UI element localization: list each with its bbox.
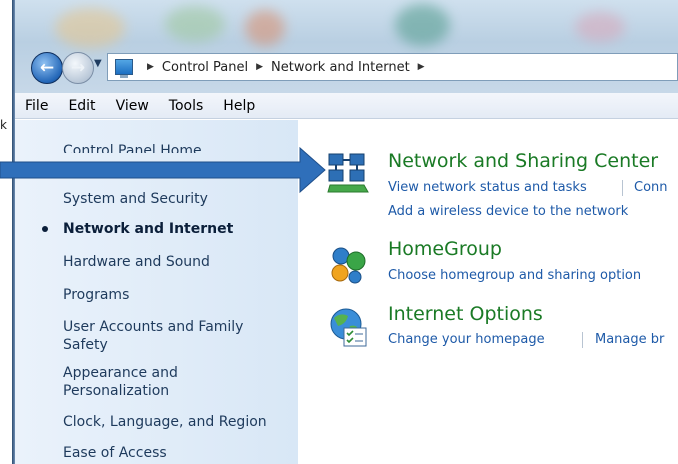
- menu-tools[interactable]: Tools: [167, 98, 206, 114]
- stray-text: k: [0, 118, 7, 132]
- menu-view[interactable]: View: [114, 98, 151, 114]
- back-button[interactable]: ←: [31, 52, 63, 84]
- title-bar: ← → ▼ ▶ Control Panel ▶ Network and Inte…: [15, 0, 678, 93]
- annotation-arrow-icon: [0, 146, 326, 194]
- control-panel-icon: [115, 59, 133, 78]
- forward-button[interactable]: →: [62, 52, 94, 84]
- breadcrumb-separator-icon[interactable]: ▶: [418, 62, 425, 72]
- sidebar-item-network-and-internet[interactable]: Network and Internet: [63, 220, 283, 238]
- breadcrumb-separator-icon[interactable]: ▶: [147, 62, 154, 72]
- back-arrow-icon: ←: [39, 58, 55, 78]
- blurred-desktop-shape: [395, 4, 450, 46]
- sidebar-item-hardware-and-sound[interactable]: Hardware and Sound: [63, 253, 283, 271]
- sidebar-item-ease-of-access[interactable]: Ease of Access: [63, 444, 283, 462]
- breadcrumb-network-and-internet[interactable]: Network and Internet: [271, 60, 410, 75]
- sidebar-item-clock-language-region[interactable]: Clock, Language, and Region: [63, 413, 283, 431]
- internet-options-icon: [330, 308, 367, 347]
- change-homepage-link[interactable]: Change your homepage: [388, 332, 545, 347]
- link-separator: [582, 332, 583, 348]
- forward-arrow-icon: →: [70, 58, 86, 78]
- add-wireless-device-link[interactable]: Add a wireless device to the network: [388, 204, 628, 219]
- network-and-sharing-center-title[interactable]: Network and Sharing Center: [388, 150, 658, 172]
- choose-homegroup-link[interactable]: Choose homegroup and sharing option: [388, 268, 641, 283]
- blurred-desktop-shape: [245, 10, 285, 46]
- recent-pages-dropdown[interactable]: ▼: [94, 58, 102, 69]
- view-network-status-link[interactable]: View network status and tasks: [388, 180, 587, 195]
- internet-options-title[interactable]: Internet Options: [388, 303, 543, 325]
- link-separator: [622, 180, 623, 196]
- menu-help[interactable]: Help: [221, 98, 257, 114]
- address-bar[interactable]: ▶ Control Panel ▶ Network and Internet ▶: [107, 53, 678, 81]
- sidebar-item-appearance[interactable]: Appearance and Personalization: [63, 364, 283, 400]
- connect-link[interactable]: Conn: [634, 180, 668, 195]
- blurred-desktop-shape: [165, 6, 225, 42]
- blurred-desktop-shape: [575, 12, 625, 42]
- homegroup-icon: [331, 247, 366, 284]
- breadcrumb-control-panel[interactable]: Control Panel: [162, 60, 248, 75]
- sidebar-item-programs[interactable]: Programs: [63, 286, 283, 304]
- menu-bar: File Edit View Tools Help: [15, 93, 678, 119]
- menu-edit[interactable]: Edit: [66, 98, 97, 114]
- menu-file[interactable]: File: [23, 98, 50, 114]
- blurred-desktop-shape: [55, 8, 125, 48]
- breadcrumb-separator-icon[interactable]: ▶: [256, 62, 263, 72]
- homegroup-title[interactable]: HomeGroup: [388, 238, 502, 260]
- manage-browser-addons-link[interactable]: Manage br: [595, 332, 664, 347]
- sidebar-item-user-accounts[interactable]: User Accounts and Family Safety: [63, 318, 283, 354]
- active-bullet-icon: [42, 226, 48, 232]
